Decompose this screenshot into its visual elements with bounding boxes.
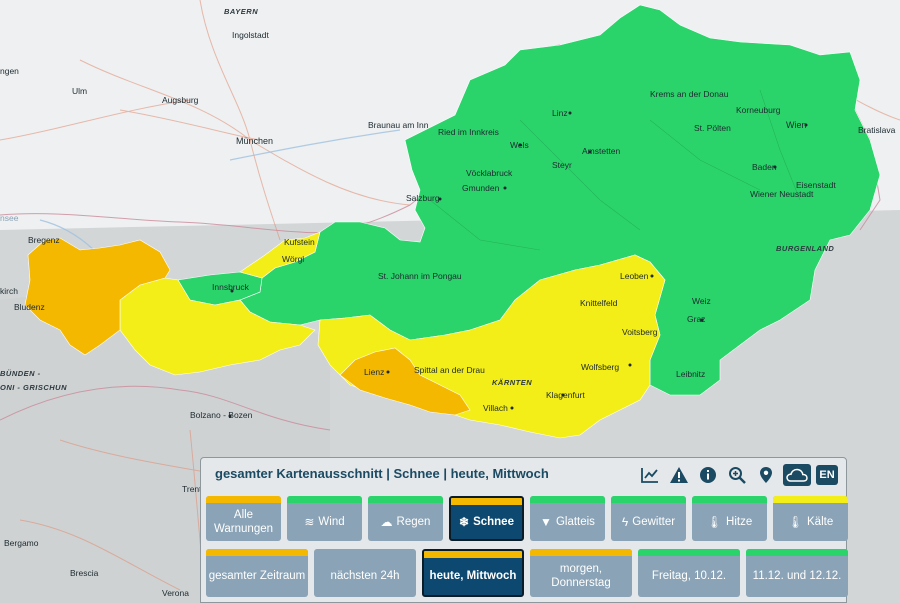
city-label-bregenz: Bregenz (28, 235, 60, 245)
type-button-kaelte[interactable]: 🌡 Kälte (773, 496, 848, 541)
city-label-braunau: Braunau am Inn (368, 120, 429, 130)
city-label-gmunden: Gmunden (462, 183, 500, 193)
city-label-wolfsberg: Wolfsberg (581, 362, 619, 372)
city-label-leibnitz: Leibnitz (676, 369, 705, 379)
panel-title: gesamter Kartenausschnitt | Schnee | heu… (215, 466, 549, 481)
time-button-heute[interactable]: heute, Mittwoch (422, 549, 524, 597)
thermometer-icon: 🌡 (706, 514, 723, 529)
type-label-regen: Regen (396, 515, 431, 528)
city-label-kufstein: Kufstein (284, 237, 315, 247)
time-button-freitag[interactable]: Freitag, 10.12. (638, 549, 740, 597)
edge-label-buenden: BÜNDEN - (0, 369, 41, 378)
city-label-steyr: Steyr (552, 160, 572, 170)
type-label-schnee: Schnee (473, 515, 514, 528)
rain-icon: ☁ (380, 514, 393, 529)
time-range-row: gesamter Zeitraum nächsten 24h heute, Mi… (206, 549, 848, 597)
time-label-gesamt: gesamter Zeitraum (208, 570, 306, 582)
region-label-bayern: BAYERN (224, 7, 258, 16)
edge-label-ngen: ngen (0, 66, 19, 76)
time-button-24h[interactable]: nächsten 24h (314, 549, 416, 597)
city-label-wiener-neustadt: Wiener Neustadt (750, 189, 814, 199)
city-label-voitsberg: Voitsberg (622, 327, 658, 337)
wind-icon: ≋ (304, 514, 315, 529)
city-label-muenchen: München (236, 136, 273, 146)
type-label-gewitter: Gewitter (632, 515, 676, 528)
time-label-morgen: morgen, Donnerstag (551, 563, 611, 589)
type-button-schnee[interactable]: ❄ Schnee (449, 496, 524, 541)
time-button-weekend[interactable]: 11.12. und 12.12. (746, 549, 848, 597)
language-button[interactable]: EN (816, 465, 838, 485)
city-label-weiz: Weiz (692, 296, 711, 306)
lightning-icon: ϟ (621, 514, 629, 529)
type-label-hitze: Hitze (726, 515, 753, 528)
type-button-hitze[interactable]: 🌡 Hitze (692, 496, 767, 541)
type-label-alle: Alle Warnungen (213, 508, 274, 535)
type-button-wind[interactable]: ≋ Wind (287, 496, 362, 541)
type-button-regen[interactable]: ☁ Regen (368, 496, 443, 541)
time-label-freitag: Freitag, 10.12. (651, 570, 727, 582)
type-label-wind: Wind (318, 515, 345, 528)
ice-icon: ▼ (540, 514, 552, 529)
city-label-verona: Verona (162, 588, 189, 598)
city-label-bergamo: Bergamo (4, 538, 39, 548)
region-label-burgenland: BURGENLAND (776, 244, 834, 253)
city-label-krems: Krems an der Donau (650, 89, 729, 99)
city-label-stpoelten: St. Pölten (694, 123, 731, 133)
city-label-amstetten: Amstetten (582, 146, 621, 156)
city-label-lienz: Lienz (364, 367, 384, 377)
city-label-baden: Baden (752, 162, 777, 172)
toolbar: EN (638, 464, 838, 486)
city-label-klagenfurt: Klagenfurt (546, 390, 585, 400)
city-label-brescia: Brescia (70, 568, 99, 578)
region-label-kaernten: KÄRNTEN (492, 378, 532, 387)
time-label-heute: heute, Mittwoch (429, 570, 517, 582)
type-button-alle[interactable]: Alle Warnungen (206, 496, 281, 541)
city-label-ingolstadt: Ingolstadt (232, 30, 269, 40)
edge-label-kirch: kirch (0, 286, 18, 296)
city-label-korneuburg: Korneuburg (736, 105, 781, 115)
city-label-knittelfeld: Knittelfeld (580, 298, 618, 308)
warning-panel: gesamter Kartenausschnitt | Schnee | heu… (200, 457, 848, 603)
time-button-gesamt[interactable]: gesamter Zeitraum (206, 549, 308, 597)
type-button-gewitter[interactable]: ϟ Gewitter (611, 496, 686, 541)
city-label-bolzano: Bolzano - Bozen (190, 410, 253, 420)
city-label-bratislava: Bratislava (858, 125, 896, 135)
city-label-leoben: Leoben (620, 271, 649, 281)
type-button-glatteis[interactable]: ▼ Glatteis (530, 496, 605, 541)
cloud-icon[interactable] (783, 464, 811, 486)
city-label-wien: Wien (786, 120, 807, 130)
thermometer-cold-icon: 🌡 (787, 514, 803, 529)
warning-icon[interactable] (667, 464, 691, 486)
city-label-bludenz: Bludenz (14, 302, 45, 312)
zoom-icon[interactable] (725, 464, 749, 486)
time-label-weekend: 11.12. und 12.12. (752, 570, 842, 582)
warning-type-row: Alle Warnungen ≋ Wind ☁ Regen ❄ Schnee ▼ Gla… (206, 496, 848, 541)
location-pin-icon[interactable] (754, 464, 778, 486)
type-label-glatteis: Glatteis (555, 515, 595, 528)
city-label-ried: Ried im Innkreis (438, 127, 499, 137)
snowflake-icon: ❄ (459, 514, 470, 529)
city-label-villach: Villach (483, 403, 508, 413)
chart-icon[interactable] (638, 464, 662, 486)
city-label-woergl: Wörgl (282, 254, 304, 264)
edge-label-nsee: nsee (0, 213, 19, 223)
type-label-kaelte: Kälte (807, 515, 834, 528)
city-label-spittal: Spittal an der Drau (414, 365, 485, 375)
time-label-24h: nächsten 24h (330, 570, 400, 582)
city-label-voecklabruck: Vöcklabruck (466, 168, 513, 178)
city-label-ulm: Ulm (72, 86, 87, 96)
edge-label-grischun: ONI - GRISCHUN (0, 383, 67, 392)
time-button-morgen[interactable]: morgen, Donnerstag (530, 549, 632, 597)
city-label-linz: Linz (552, 108, 568, 118)
city-label-salzburg: Salzburg (406, 193, 440, 203)
info-icon[interactable] (696, 464, 720, 486)
city-label-augsburg: Augsburg (162, 95, 199, 105)
city-label-stjohann: St. Johann im Pongau (378, 271, 462, 281)
